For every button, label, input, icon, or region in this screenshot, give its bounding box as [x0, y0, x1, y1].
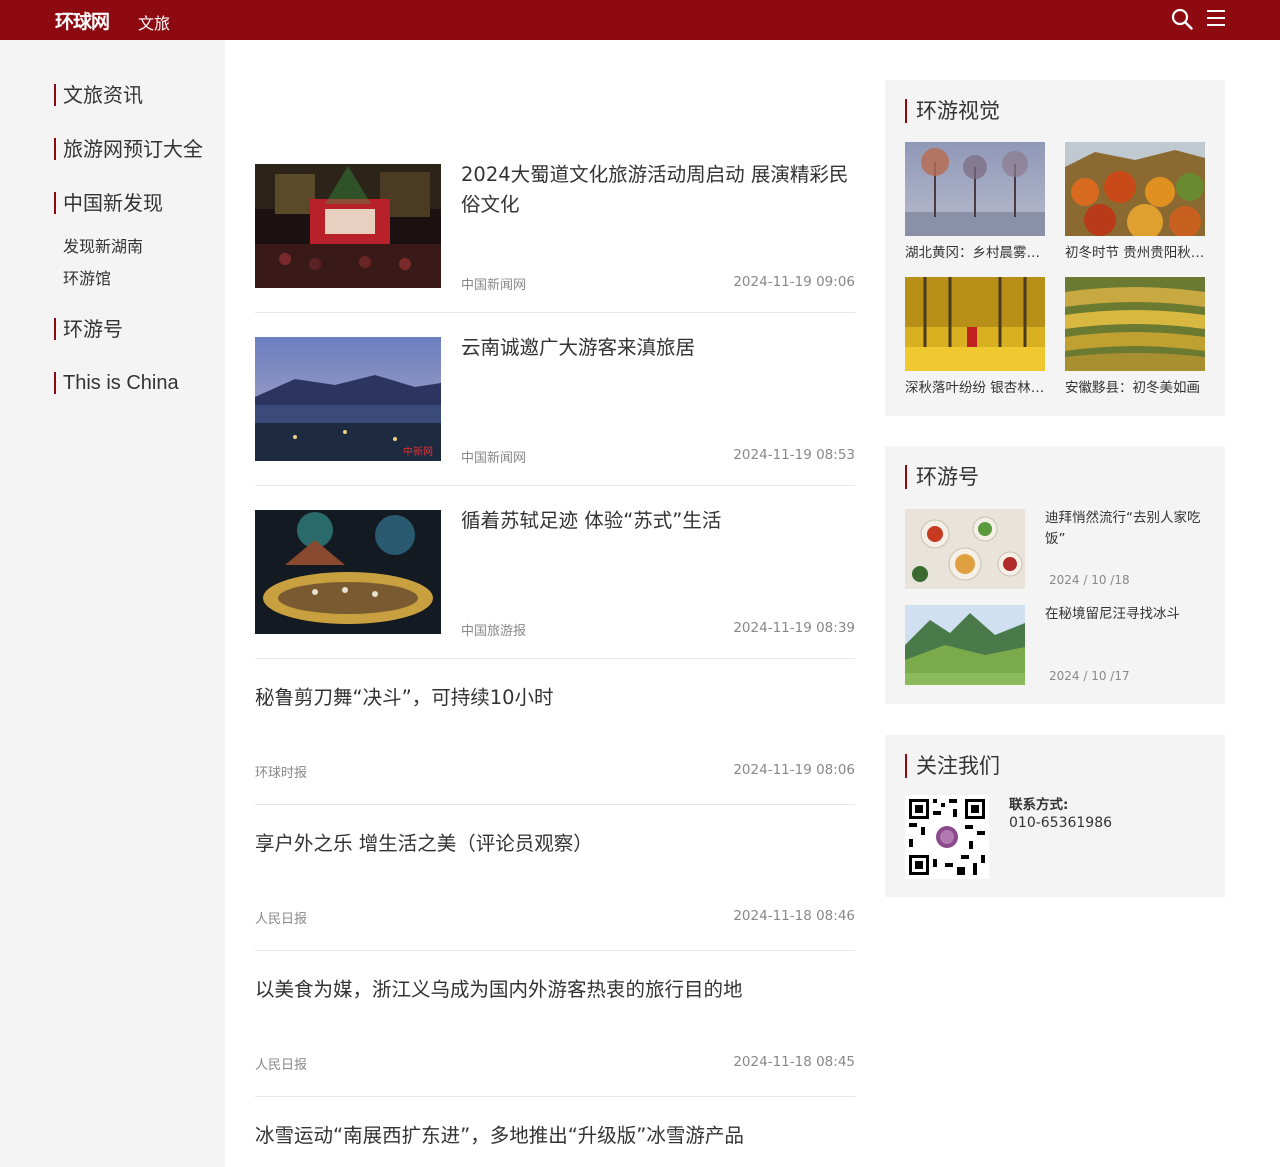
visual-caption[interactable]: 湖北黄冈：乡村晨雾如画 [905, 241, 1045, 261]
article-title[interactable]: 以美食为媒，浙江义乌成为国内外游客热衷的旅行目的地 [255, 975, 855, 1005]
article-time: 2024-11-18 08:46 [733, 908, 855, 924]
sidebar-item-huanyouhao[interactable]: 环游号 [54, 318, 123, 340]
article-title[interactable]: 秘鲁剪刀舞“决斗”，可持续10小时 [255, 683, 855, 713]
article-item: 秘鲁剪刀舞“决斗”，可持续10小时 环球时报 2024-11-19 08:06 [255, 683, 855, 805]
qr-code [905, 795, 989, 879]
visual-caption[interactable]: 深秋落叶纷纷 银杏林里秋意浓 [905, 376, 1045, 396]
article-title[interactable]: 享户外之乐 增生活之美（评论员观察） [255, 829, 855, 859]
huanyouhao-image[interactable] [905, 605, 1025, 685]
panel-title: 关注我们 [905, 754, 1000, 778]
sidebar-subitem-hunan[interactable]: 发现新湖南 [63, 233, 143, 257]
article-item: 以美食为媒，浙江义乌成为国内外游客热衷的旅行目的地 人民日报 2024-11-1… [255, 975, 855, 1097]
article-source: 中国新闻网 [461, 278, 527, 293]
article-item: 循着苏轼足迹 体验“苏式”生活 中国旅游报 2024-11-19 08:39 [255, 509, 855, 659]
huanyouhao-date: 2024 / 10 /18 [1049, 573, 1130, 587]
article-time: 2024-11-18 08:45 [733, 1054, 855, 1070]
follow-panel: 关注我们 联系方式: 010-65361986 [885, 735, 1225, 897]
article-source: 中国旅游报 [461, 624, 527, 639]
article-title[interactable]: 2024大蜀道文化旅游活动周启动 展演精彩民俗文化 [461, 160, 855, 220]
article-time: 2024-11-19 08:53 [733, 447, 855, 463]
huanyouhao-title[interactable]: 迪拜悄然流行“去别人家吃饭” [1045, 508, 1210, 550]
top-bar: 环球网 文旅 [0, 0, 1280, 40]
article-thumbnail[interactable]: 中新网 [255, 337, 441, 461]
visual-caption[interactable]: 安徽黟县：初冬美如画 [1065, 376, 1205, 396]
article-item: 2024大蜀道文化旅游活动周启动 展演精彩民俗文化 中国新闻网 2024-11-… [255, 163, 855, 313]
visual-caption[interactable]: 初冬时节 贵州贵阳秋色正浓 [1065, 241, 1205, 261]
panel-title: 环游号 [905, 465, 979, 489]
panel-title: 环游视觉 [905, 99, 1000, 123]
article-thumbnail[interactable] [255, 164, 441, 288]
visual-image[interactable] [905, 277, 1045, 371]
sidebar-item-booking[interactable]: 旅游网预订大全 [54, 138, 203, 160]
visual-image[interactable] [1065, 277, 1205, 371]
article-source: 中国新闻网 [461, 451, 527, 466]
article-item: 享户外之乐 增生活之美（评论员观察） 人民日报 2024-11-18 08:46 [255, 829, 855, 951]
article-thumbnail[interactable] [255, 510, 441, 634]
sidebar-item-this-is-china[interactable]: This is China [54, 372, 179, 394]
sidebar-item-news[interactable]: 文旅资讯 [54, 84, 143, 106]
article-item: 中新网 云南诚邀广大游客来滇旅居 中国新闻网 2024-11-19 08:53 [255, 336, 855, 486]
huanyouhao-image[interactable] [905, 509, 1025, 589]
visual-image[interactable] [905, 142, 1045, 236]
sidebar-item-discovery[interactable]: 中国新发现 [54, 192, 163, 214]
huanyouhao-panel: 环游号 迪拜悄然流行“去别人家吃饭” 2024 / 10 /18 在秘境留尼汪寻… [885, 446, 1225, 704]
article-time: 2024-11-19 08:06 [733, 762, 855, 778]
thumbnail-watermark: 中新网 [403, 445, 433, 458]
contact-label: 联系方式: [1009, 797, 1069, 813]
menu-icon[interactable] [1207, 10, 1225, 28]
article-time: 2024-11-19 09:06 [733, 274, 855, 290]
article-source: 人民日报 [255, 912, 308, 927]
article-source: 人民日报 [255, 1058, 308, 1073]
visual-panel: 环游视觉 湖北黄冈：乡村晨雾如画 初冬时节 贵州贵阳秋色正浓 深秋落叶纷纷 银杏… [885, 80, 1225, 416]
article-title[interactable]: 冰雪运动“南展西扩东进”，多地推出“升级版”冰雪游产品 [255, 1121, 855, 1151]
huanyouhao-title[interactable]: 在秘境留尼汪寻找冰斗 [1045, 604, 1210, 625]
article-source: 环球时报 [255, 766, 308, 781]
contact-phone: 010-65361986 [1009, 815, 1113, 831]
visual-image[interactable] [1065, 142, 1205, 236]
article-title[interactable]: 云南诚邀广大游客来滇旅居 [461, 333, 855, 363]
article-title[interactable]: 循着苏轼足迹 体验“苏式”生活 [461, 506, 855, 536]
sidebar-subitem-pavilion[interactable]: 环游馆 [63, 265, 111, 289]
channel-name[interactable]: 文旅 [138, 10, 170, 34]
huanyouhao-date: 2024 / 10 /17 [1049, 669, 1130, 683]
article-time: 2024-11-19 08:39 [733, 620, 855, 636]
site-logo[interactable]: 环球网 [55, 7, 110, 34]
search-icon[interactable] [1171, 8, 1193, 30]
